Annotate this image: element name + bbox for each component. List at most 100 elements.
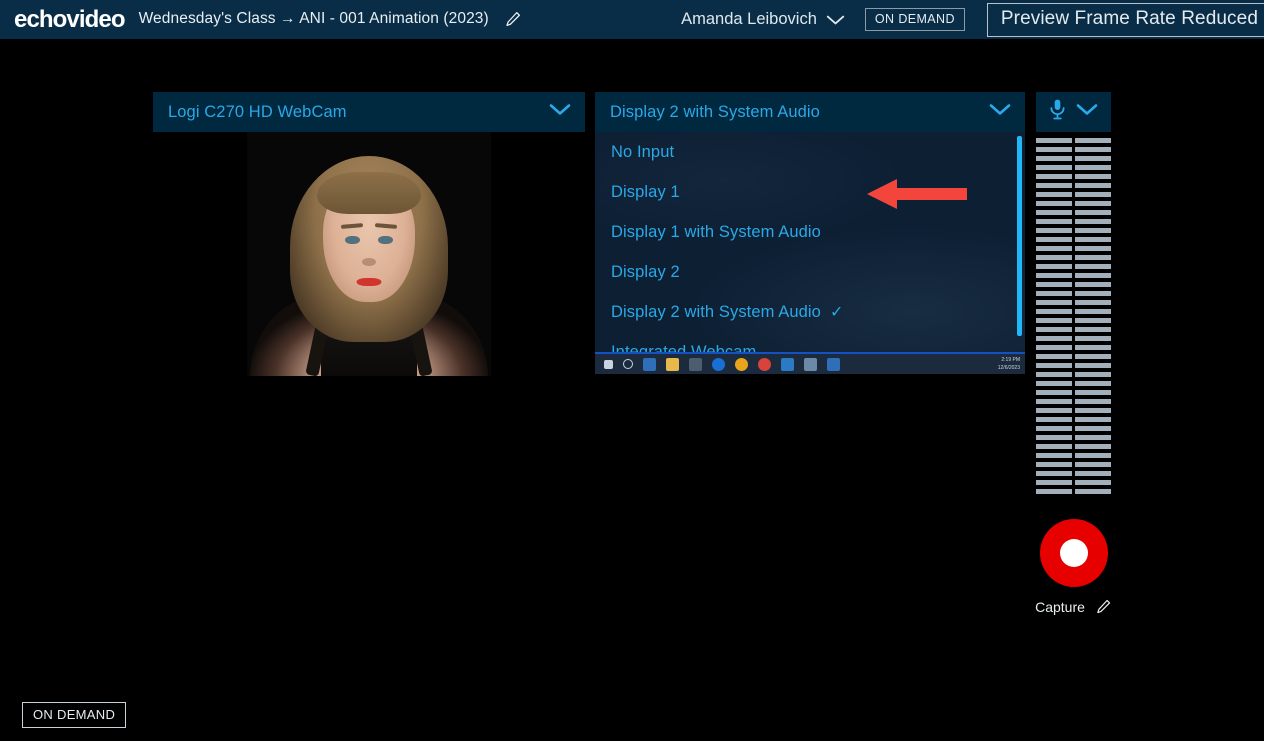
audio-meter-segment bbox=[1075, 417, 1111, 422]
audio-meter-segment bbox=[1075, 435, 1111, 440]
taskbar-clock-date: 12/6/2023 bbox=[997, 365, 1020, 371]
audio-meter-segment bbox=[1036, 363, 1072, 368]
audio-meter-segment bbox=[1036, 417, 1072, 422]
audio-meter-segment bbox=[1075, 291, 1111, 296]
chevron-down-icon bbox=[1076, 103, 1098, 121]
audio-meter-segment bbox=[1036, 390, 1072, 395]
audio-meter-segment bbox=[1036, 327, 1072, 332]
audio-meter-segment bbox=[1036, 435, 1072, 440]
user-menu[interactable]: Amanda Leibovich bbox=[681, 10, 845, 29]
status-badge-on-demand-header: ON DEMAND bbox=[864, 8, 965, 31]
audio-meter-segment bbox=[1036, 300, 1072, 305]
chevron-down-icon bbox=[826, 14, 845, 26]
audio-meter-segment bbox=[1075, 336, 1111, 341]
microphone-icon bbox=[1049, 98, 1066, 126]
capture-label-row: Capture bbox=[1035, 598, 1112, 615]
audio-meter-segment bbox=[1036, 471, 1072, 476]
audio-meter-segment bbox=[1075, 489, 1111, 494]
audio-meter-segment bbox=[1075, 309, 1111, 314]
audio-meter-segment bbox=[1075, 462, 1111, 467]
audio-meter-segment bbox=[1036, 255, 1072, 260]
dropdown-option-label: Display 2 with System Audio bbox=[611, 302, 821, 321]
dropdown-scrollbar[interactable] bbox=[1017, 136, 1022, 336]
display-panel: Display 2 with System Audio No Input Dis… bbox=[595, 92, 1025, 374]
audio-meter-segment bbox=[1036, 219, 1072, 224]
capture-control: Capture bbox=[1035, 519, 1112, 615]
audio-meter-segment bbox=[1036, 246, 1072, 251]
pencil-icon[interactable] bbox=[1095, 598, 1112, 615]
camera-preview bbox=[153, 132, 585, 376]
audio-meter-segment bbox=[1036, 183, 1072, 188]
user-name: Amanda Leibovich bbox=[681, 10, 817, 28]
audio-meter-left-channel bbox=[1036, 138, 1072, 494]
audio-meter-segment bbox=[1075, 327, 1111, 332]
file-explorer-icon bbox=[666, 357, 679, 371]
record-button[interactable] bbox=[1039, 519, 1108, 587]
audio-meter-segment bbox=[1075, 138, 1111, 143]
audio-meter-segment bbox=[1036, 237, 1072, 242]
audio-meter-segment bbox=[1075, 156, 1111, 161]
webcam-video-frame bbox=[247, 132, 491, 376]
search-icon bbox=[623, 359, 633, 369]
audio-meter-segment bbox=[1036, 156, 1072, 161]
audio-meter-segment bbox=[1036, 165, 1072, 170]
audio-level-meter bbox=[1036, 138, 1111, 494]
audio-meter-segment bbox=[1075, 165, 1111, 170]
audio-meter-segment bbox=[1075, 426, 1111, 431]
header-right-group: Amanda Leibovich ON DEMAND Preview Frame… bbox=[681, 0, 1264, 39]
dropdown-option-display-1-system-audio[interactable]: Display 1 with System Audio bbox=[595, 212, 1025, 252]
display-source-select[interactable]: Display 2 with System Audio bbox=[595, 92, 1025, 132]
taskbar-clock-time: 2:19 PM bbox=[1001, 357, 1020, 363]
preview-frame-rate-notice: Preview Frame Rate Reduced bbox=[986, 2, 1264, 37]
active-app-icon bbox=[804, 357, 817, 371]
s-app-icon bbox=[827, 357, 840, 371]
task-view-icon bbox=[643, 357, 656, 371]
audio-meter-segment bbox=[1036, 273, 1072, 278]
display-source-dropdown[interactable]: No Input Display 1 Display 1 with System… bbox=[595, 132, 1025, 374]
audio-meter-segment bbox=[1036, 192, 1072, 197]
audio-meter-segment bbox=[1036, 264, 1072, 269]
record-button-inner-dot bbox=[1059, 539, 1088, 567]
audio-meter-segment bbox=[1036, 381, 1072, 386]
audio-meter-segment bbox=[1036, 174, 1072, 179]
audio-meter-segment bbox=[1075, 237, 1111, 242]
audio-meter-segment bbox=[1036, 399, 1072, 404]
audio-meter-segment bbox=[1036, 354, 1072, 359]
audio-meter-segment bbox=[1075, 408, 1111, 413]
camera-source-select[interactable]: Logi C270 HD WebCam bbox=[153, 92, 585, 132]
audio-meter-segment bbox=[1036, 489, 1072, 494]
edge-icon bbox=[712, 357, 725, 371]
dropdown-option-display-2-system-audio[interactable]: Display 2 with System Audio ✓ bbox=[595, 292, 1025, 332]
audio-meter-right-channel bbox=[1075, 138, 1111, 494]
microphone-source-select[interactable] bbox=[1036, 92, 1111, 132]
audio-meter-segment bbox=[1036, 426, 1072, 431]
audio-meter-segment bbox=[1075, 273, 1111, 278]
audio-meter-segment bbox=[1075, 381, 1111, 386]
mail-icon bbox=[781, 357, 794, 371]
dropdown-option-label: Display 1 with System Audio bbox=[611, 222, 821, 241]
chevron-down-icon bbox=[549, 103, 571, 121]
audio-meter-segment bbox=[1075, 300, 1111, 305]
audio-meter-segment bbox=[1075, 255, 1111, 260]
audio-meter-segment bbox=[1036, 336, 1072, 341]
audio-meter-segment bbox=[1075, 264, 1111, 269]
audio-meter-segment bbox=[1036, 408, 1072, 413]
audio-meter-segment bbox=[1075, 390, 1111, 395]
camera-source-label: Logi C270 HD WebCam bbox=[168, 102, 347, 121]
dropdown-option-label: Display 1 bbox=[611, 182, 680, 201]
display-source-label: Display 2 with System Audio bbox=[610, 102, 820, 121]
dropdown-option-display-1[interactable]: Display 1 bbox=[595, 172, 1025, 212]
dropdown-option-no-input[interactable]: No Input bbox=[595, 132, 1025, 172]
status-badge-on-demand-footer: ON DEMAND bbox=[22, 702, 127, 728]
app-header: echovideo Wednesday's Class → ANI - 001 … bbox=[0, 0, 1264, 39]
audio-meter-segment bbox=[1036, 138, 1072, 143]
taskbar-clock: 2:19 PM 12/6/2023 bbox=[998, 356, 1020, 372]
audio-meter-segment bbox=[1075, 282, 1111, 287]
audio-meter-segment bbox=[1075, 372, 1111, 377]
dropdown-option-display-2[interactable]: Display 2 bbox=[595, 252, 1025, 292]
audio-meter-segment bbox=[1036, 309, 1072, 314]
pencil-icon[interactable] bbox=[504, 10, 522, 28]
audio-meter-segment bbox=[1075, 453, 1111, 458]
audio-meter-segment bbox=[1036, 147, 1072, 152]
audio-meter-segment bbox=[1075, 210, 1111, 215]
